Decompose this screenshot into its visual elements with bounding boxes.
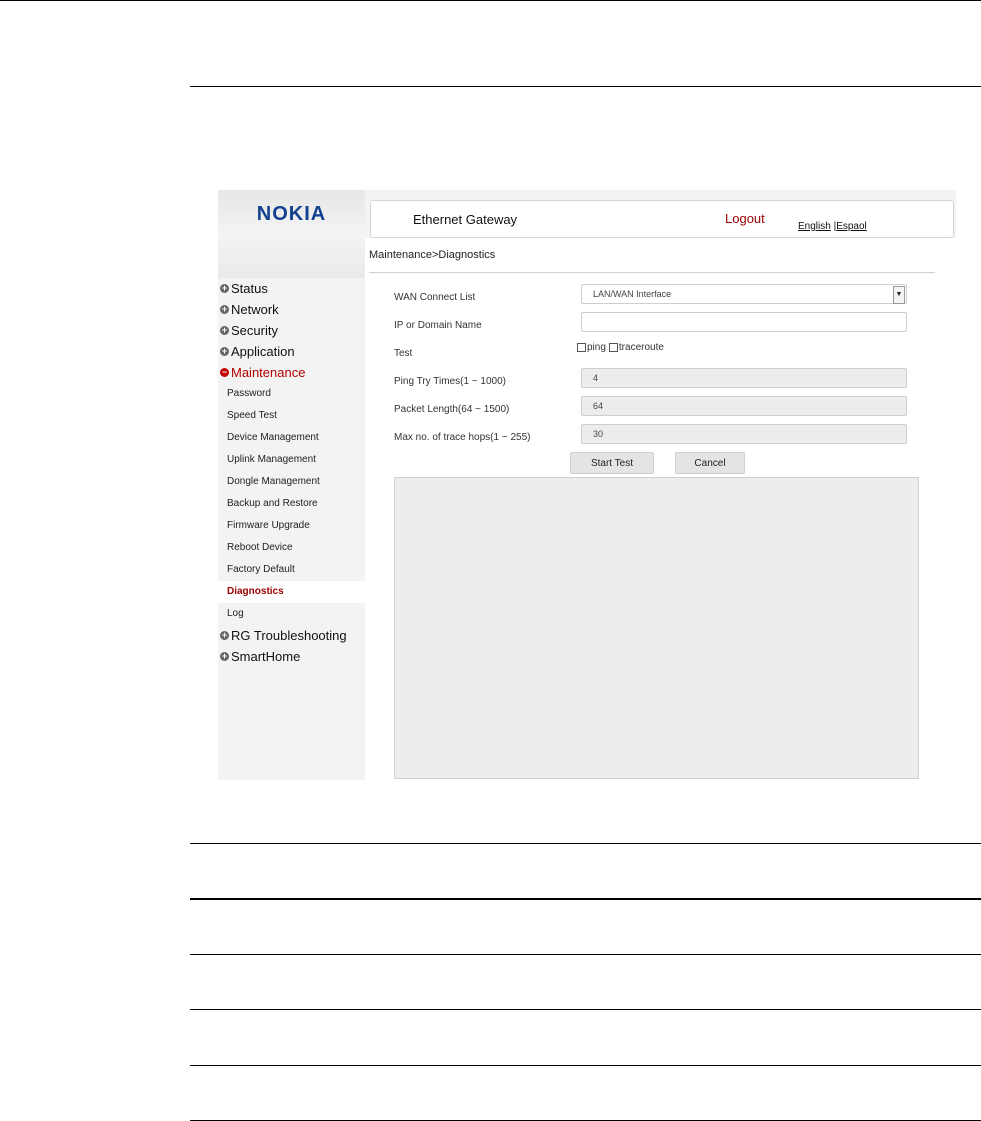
logout-link[interactable]: Logout [725,211,765,226]
lang-espanol-link[interactable]: Espaol [836,221,867,232]
traceroute-label: traceroute [618,342,664,353]
sidebar-category-application[interactable]: + Application [218,341,365,362]
nokia-logo: NOKIA [256,202,327,225]
wan-connect-label: WAN Connect List [394,292,476,303]
sidebar-category-status[interactable]: + Status [218,278,365,299]
cancel-button[interactable]: Cancel [675,452,745,474]
lang-english-link[interactable]: English [798,221,831,232]
chevron-down-icon[interactable]: ▼ [893,286,905,304]
start-test-button[interactable]: Start Test [570,452,654,474]
trace-hops-input[interactable]: 30 [581,424,907,444]
sidebar-item-backup-restore[interactable]: Backup and Restore [218,493,365,515]
breadcrumb-divider [369,272,935,273]
main-content: Maintenance>Diagnostics WAN Connect List… [365,238,956,780]
ping-try-input[interactable]: 4 [581,368,907,388]
sidebar-category-security[interactable]: + Security [218,320,365,341]
trace-hops-label: Max no. of trace hops(1 ~ 255) [394,432,531,443]
page-rule [190,1009,981,1010]
sidebar-category-rg-troubleshooting[interactable]: + RG Troubleshooting [218,625,365,646]
page-rule [190,843,981,844]
sidebar-category-label: Security [231,323,278,338]
sidebar-category-smarthome[interactable]: + SmartHome [218,646,365,667]
ping-label: ping [587,342,606,353]
plus-icon: + [220,325,229,335]
test-options: ping traceroute [577,342,664,353]
product-title: Ethernet Gateway [413,212,518,227]
ip-domain-input[interactable] [581,312,907,332]
sidebar-top-spacer [218,238,365,278]
plus-icon: + [220,346,229,356]
router-screenshot: NOKIA Ethernet Gateway Logout English |E… [218,190,956,780]
packet-length-label: Packet Length(64 ~ 1500) [394,404,510,415]
sidebar-category-maintenance[interactable]: − Maintenance [218,362,365,383]
sidebar-item-device-management[interactable]: Device Management [218,427,365,449]
test-label: Test [394,348,413,359]
sidebar-item-password[interactable]: Password [218,383,365,405]
plus-icon: + [220,651,229,661]
sidebar-item-dongle-management[interactable]: Dongle Management [218,471,365,493]
sidebar-category-label: RG Troubleshooting [231,628,347,643]
sidebar-item-reboot-device[interactable]: Reboot Device [218,537,365,559]
wan-connect-select[interactable]: LAN/WAN Interface ▼ [581,284,907,304]
packet-length-input[interactable]: 64 [581,396,907,416]
sidebar-item-diagnostics[interactable]: Diagnostics [218,581,365,603]
sidebar-category-label: Maintenance [231,365,306,380]
page-rule [190,1065,981,1066]
wan-connect-value: LAN/WAN Interface [593,289,672,299]
sidebar-item-uplink-management[interactable]: Uplink Management [218,449,365,471]
minus-icon: − [220,367,229,377]
plus-icon: + [220,283,229,293]
page-rule [190,954,981,955]
sidebar-item-log[interactable]: Log [218,603,365,625]
ping-try-label: Ping Try Times(1 ~ 1000) [394,376,506,387]
sidebar-category-label: Status [231,281,268,296]
traceroute-checkbox[interactable] [608,343,618,352]
sidebar-category-label: SmartHome [231,649,301,664]
sidebar: + Status + Network + Security + Application … [218,238,365,668]
language-switcher: English |Espaol [798,221,867,232]
page-rule [190,898,981,900]
ping-checkbox[interactable] [577,343,586,352]
sidebar-item-firmware-upgrade[interactable]: Firmware Upgrade [218,515,365,537]
header-bar: Ethernet Gateway Logout English |Espaol [370,200,954,238]
sidebar-category-network[interactable]: + Network [218,299,365,320]
plus-icon: + [220,630,229,640]
page-rule-top [0,0,981,1]
page-rule [190,86,981,87]
breadcrumb: Maintenance>Diagnostics [369,249,496,261]
sidebar-category-label: Application [231,344,295,359]
sidebar-item-factory-default[interactable]: Factory Default [218,559,365,581]
ip-domain-label: IP or Domain Name [394,320,482,331]
logo-area: NOKIA [218,190,365,238]
diagnostics-output-area[interactable] [394,477,919,779]
sidebar-category-label: Network [231,302,279,317]
sidebar-item-speed-test[interactable]: Speed Test [218,405,365,427]
plus-icon: + [220,304,229,314]
